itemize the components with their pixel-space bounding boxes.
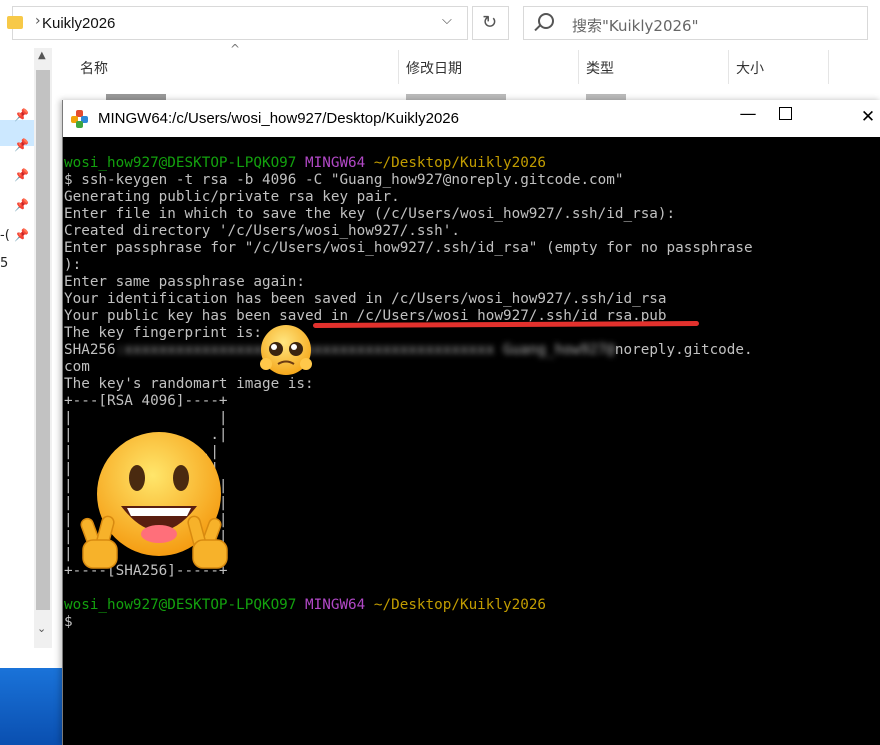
redacted-fingerprint: :xxxxxxxxxxxxxxxxxxxxxxxxxxxxxxxxxxxxxxx… [115, 342, 615, 358]
fingerprint-suffix: noreply.gitcode. [614, 342, 753, 358]
fingerprint-prefix: SHA256 [64, 342, 116, 358]
nav-item-fragment[interactable]: 5 [0, 256, 8, 271]
grinning-face-peace-sign-emoji-sticker [80, 432, 228, 569]
prompt-env: MINGW64 [305, 597, 366, 613]
randomart-row: | | [64, 410, 228, 426]
prompt-env: MINGW64 [305, 155, 366, 171]
chevron-down-icon[interactable]: ⌵ [442, 13, 452, 28]
prompt-path: ~/Desktop/Kuikly2026 [373, 597, 547, 613]
pin-icon[interactable]: 📌 [14, 108, 29, 122]
window-title: MINGW64:/c/Users/wosi_how927/Desktop/Kui… [98, 110, 459, 127]
nav-item-fragment[interactable]: -( [0, 228, 10, 243]
column-header-size[interactable]: 大小 [736, 58, 764, 78]
output-line: ): [64, 257, 82, 273]
chevron-right-icon[interactable]: › [35, 13, 41, 29]
output-line: Enter same passphrase again: [64, 274, 306, 290]
column-header-type[interactable]: 类型 [586, 58, 614, 78]
output-line: The key fingerprint is: [64, 325, 262, 341]
sort-ascending-icon: ^ [230, 42, 241, 56]
pin-icon[interactable]: 📌 [14, 198, 29, 212]
column-header-name[interactable]: 名称 [80, 58, 108, 78]
file-list-header: ^ 名称 修改日期 类型 大小 [58, 42, 880, 86]
randomart-top: +---[RSA 4096]----+ [64, 393, 228, 409]
folder-icon [7, 16, 23, 29]
search-input[interactable]: 搜索"Kuikly2026" [523, 6, 868, 40]
prompt-user: wosi_how927@DESKTOP-LPQKO97 [64, 155, 297, 171]
prompt-path: ~/Desktop/Kuikly2026 [373, 155, 547, 171]
close-icon: ✕ [860, 107, 876, 127]
scroll-up-icon[interactable]: ▲ [38, 50, 46, 61]
minimize-button[interactable]: — [719, 100, 777, 137]
minimize-icon: — [739, 104, 757, 124]
navigation-pane[interactable]: 📌 📌 📌 📌 📌 -( 5 [0, 48, 34, 668]
git-bash-icon [71, 110, 89, 128]
refresh-button[interactable]: ↻ [472, 6, 509, 40]
output-line: Created directory '/c/Users/wosi_how927/… [64, 223, 460, 239]
prompt-user: wosi_how927@DESKTOP-LPQKO97 [64, 597, 297, 613]
scroll-down-icon[interactable]: ⌄ [37, 622, 46, 635]
pin-icon[interactable]: 📌 [14, 168, 29, 182]
breadcrumb-current-folder[interactable]: Kuikly2026 [42, 15, 115, 32]
randomart-header: The key's randomart image is: [64, 376, 314, 392]
pin-icon[interactable]: 📌 [14, 228, 29, 242]
column-header-modified[interactable]: 修改日期 [406, 58, 462, 78]
column-divider[interactable] [828, 50, 829, 84]
terminal-window[interactable]: MINGW64:/c/Users/wosi_how927/Desktop/Kui… [62, 100, 880, 745]
pin-icon[interactable]: 📌 [14, 138, 29, 152]
command-line: $ ssh-keygen -t rsa -b 4096 -C "Guang_ho… [64, 172, 624, 188]
column-divider[interactable] [398, 50, 399, 84]
nav-scrollbar[interactable]: ▲ ⌄ [34, 48, 52, 648]
pleading-face-emoji-sticker [260, 325, 312, 375]
output-line: Your identification has been saved in /c… [64, 291, 667, 307]
refresh-icon: ↻ [482, 12, 498, 33]
fingerprint-wrap: com [64, 359, 90, 375]
scrollbar-thumb[interactable] [36, 70, 50, 610]
search-placeholder: 搜索"Kuikly2026" [572, 17, 699, 35]
column-divider[interactable] [728, 50, 729, 84]
output-line: Enter passphrase for "/c/Users/wosi_how9… [64, 240, 753, 256]
column-divider[interactable] [578, 50, 579, 84]
maximize-icon [779, 107, 792, 120]
output-line: Generating public/private rsa key pair. [64, 189, 400, 205]
title-bar[interactable]: MINGW64:/c/Users/wosi_how927/Desktop/Kui… [63, 100, 880, 137]
address-bar[interactable]: › Kuikly2026 ⌵ [7, 6, 468, 40]
final-prompt: $ [64, 614, 73, 630]
output-line: Enter file in which to save the key (/c/… [64, 206, 676, 222]
search-icon [538, 13, 554, 29]
maximize-button[interactable] [779, 100, 837, 137]
close-button[interactable]: ✕ [839, 100, 880, 137]
